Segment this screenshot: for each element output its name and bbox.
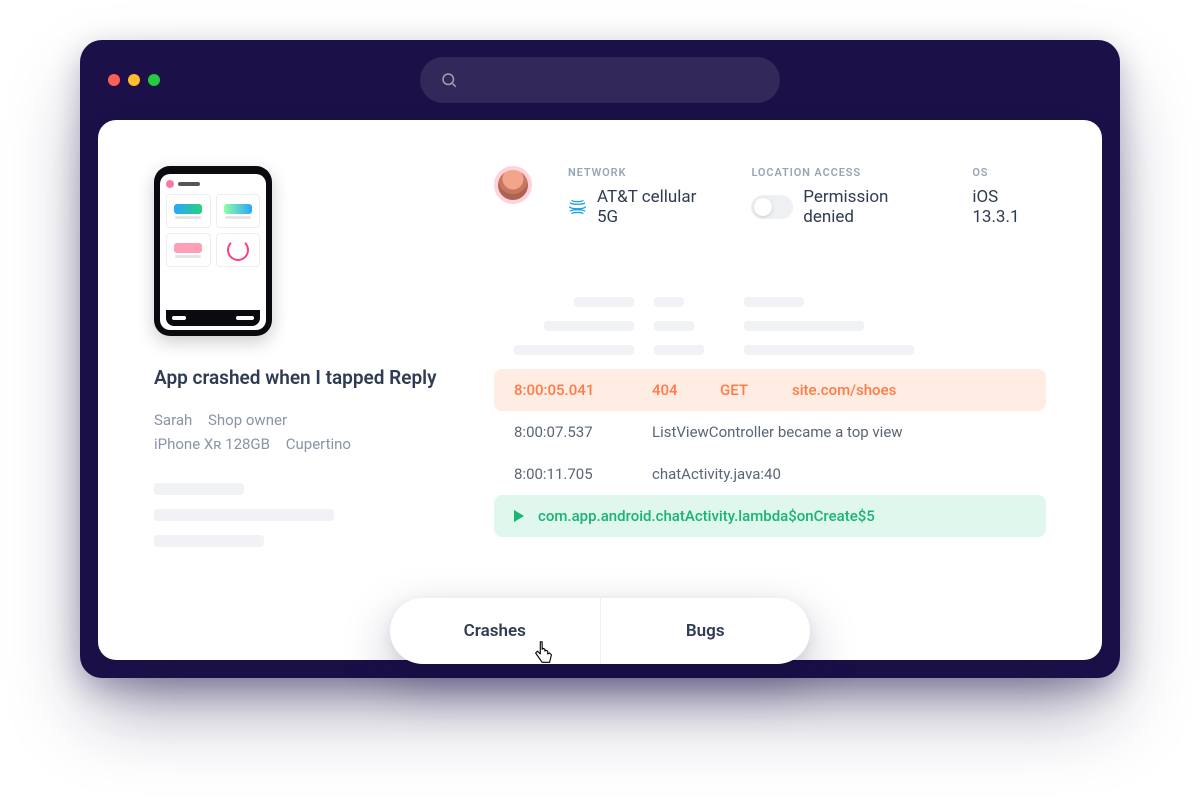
cursor-pointer-icon	[532, 640, 556, 670]
reporter-meta: Sarah Shop owner	[154, 411, 454, 429]
avatar	[494, 166, 532, 204]
device-location: Cupertino	[286, 435, 351, 453]
tab-crashes-label: Crashes	[464, 621, 526, 641]
log-message: chatActivity.java:40	[652, 465, 1026, 483]
network-value: AT&T cellular 5G	[597, 187, 715, 227]
loading-spinner-icon	[227, 239, 249, 261]
log-url: site.com/shoes	[792, 381, 1026, 399]
tab-bugs-label: Bugs	[686, 621, 725, 641]
tab-bugs[interactable]: Bugs	[600, 598, 811, 664]
network-block: NETWORK AT&T cellular 5G	[568, 166, 715, 227]
minimize-window-button[interactable]	[128, 74, 140, 86]
location-access-label: LOCATION ACCESS	[751, 166, 936, 179]
stacktrace-text: com.app.android.chatActivity.lambda$onCr…	[538, 507, 875, 525]
bottom-tabs: Crashes Bugs	[390, 598, 810, 664]
location-access-block: LOCATION ACCESS Permission denied	[751, 166, 936, 227]
device-meta: iPhone Xʀ 128GB Cupertino	[154, 435, 454, 453]
log-status-code: 404	[652, 381, 692, 399]
log-row-stacktrace[interactable]: com.app.android.chatActivity.lambda$onCr…	[494, 495, 1046, 537]
att-globe-icon	[568, 197, 587, 217]
log-method: GET	[720, 381, 764, 399]
log-time: 8:00:11.705	[514, 465, 624, 483]
left-column: App crashed when I tapped Reply Sarah Sh…	[154, 166, 454, 547]
search-icon	[440, 71, 458, 89]
window-controls	[108, 74, 160, 86]
maximize-window-button[interactable]	[148, 74, 160, 86]
device-model: iPhone Xʀ 128GB	[154, 435, 270, 453]
log-area: 8:00:05.041 404 GET site.com/shoes 8:00:…	[494, 297, 1046, 537]
close-window-button[interactable]	[108, 74, 120, 86]
browser-window: App crashed when I tapped Reply Sarah Sh…	[80, 40, 1120, 678]
log-message: ListViewController became a top view	[652, 423, 1026, 441]
log-row[interactable]: 8:00:07.537 ListViewController became a …	[494, 411, 1046, 453]
right-column: NETWORK AT&T cellular 5G LOCATION ACCESS…	[494, 166, 1046, 547]
log-row[interactable]: 8:00:11.705 chatActivity.java:40	[494, 453, 1046, 495]
tab-crashes[interactable]: Crashes	[390, 598, 600, 664]
log-time: 8:00:07.537	[514, 423, 624, 441]
device-screenshot	[154, 166, 272, 336]
skeleton-placeholder	[154, 483, 454, 547]
network-label: NETWORK	[568, 166, 715, 179]
play-icon	[514, 510, 524, 522]
location-access-value: Permission denied	[803, 187, 936, 227]
reporter-name: Sarah	[154, 411, 192, 429]
crash-title: App crashed when I tapped Reply	[154, 366, 454, 389]
log-time: 8:00:05.041	[514, 381, 624, 399]
reporter-role: Shop owner	[208, 411, 287, 429]
phone-header-label	[178, 182, 200, 186]
os-block: OS iOS 13.3.1	[972, 166, 1046, 227]
browser-chrome-bar	[80, 40, 1120, 120]
location-access-toggle[interactable]	[751, 195, 793, 219]
log-row-error[interactable]: 8:00:05.041 404 GET site.com/shoes	[494, 369, 1046, 411]
os-value: iOS 13.3.1	[972, 187, 1046, 227]
search-input[interactable]	[420, 57, 780, 103]
crash-report-card: App crashed when I tapped Reply Sarah Sh…	[98, 120, 1102, 660]
os-label: OS	[972, 166, 1046, 179]
